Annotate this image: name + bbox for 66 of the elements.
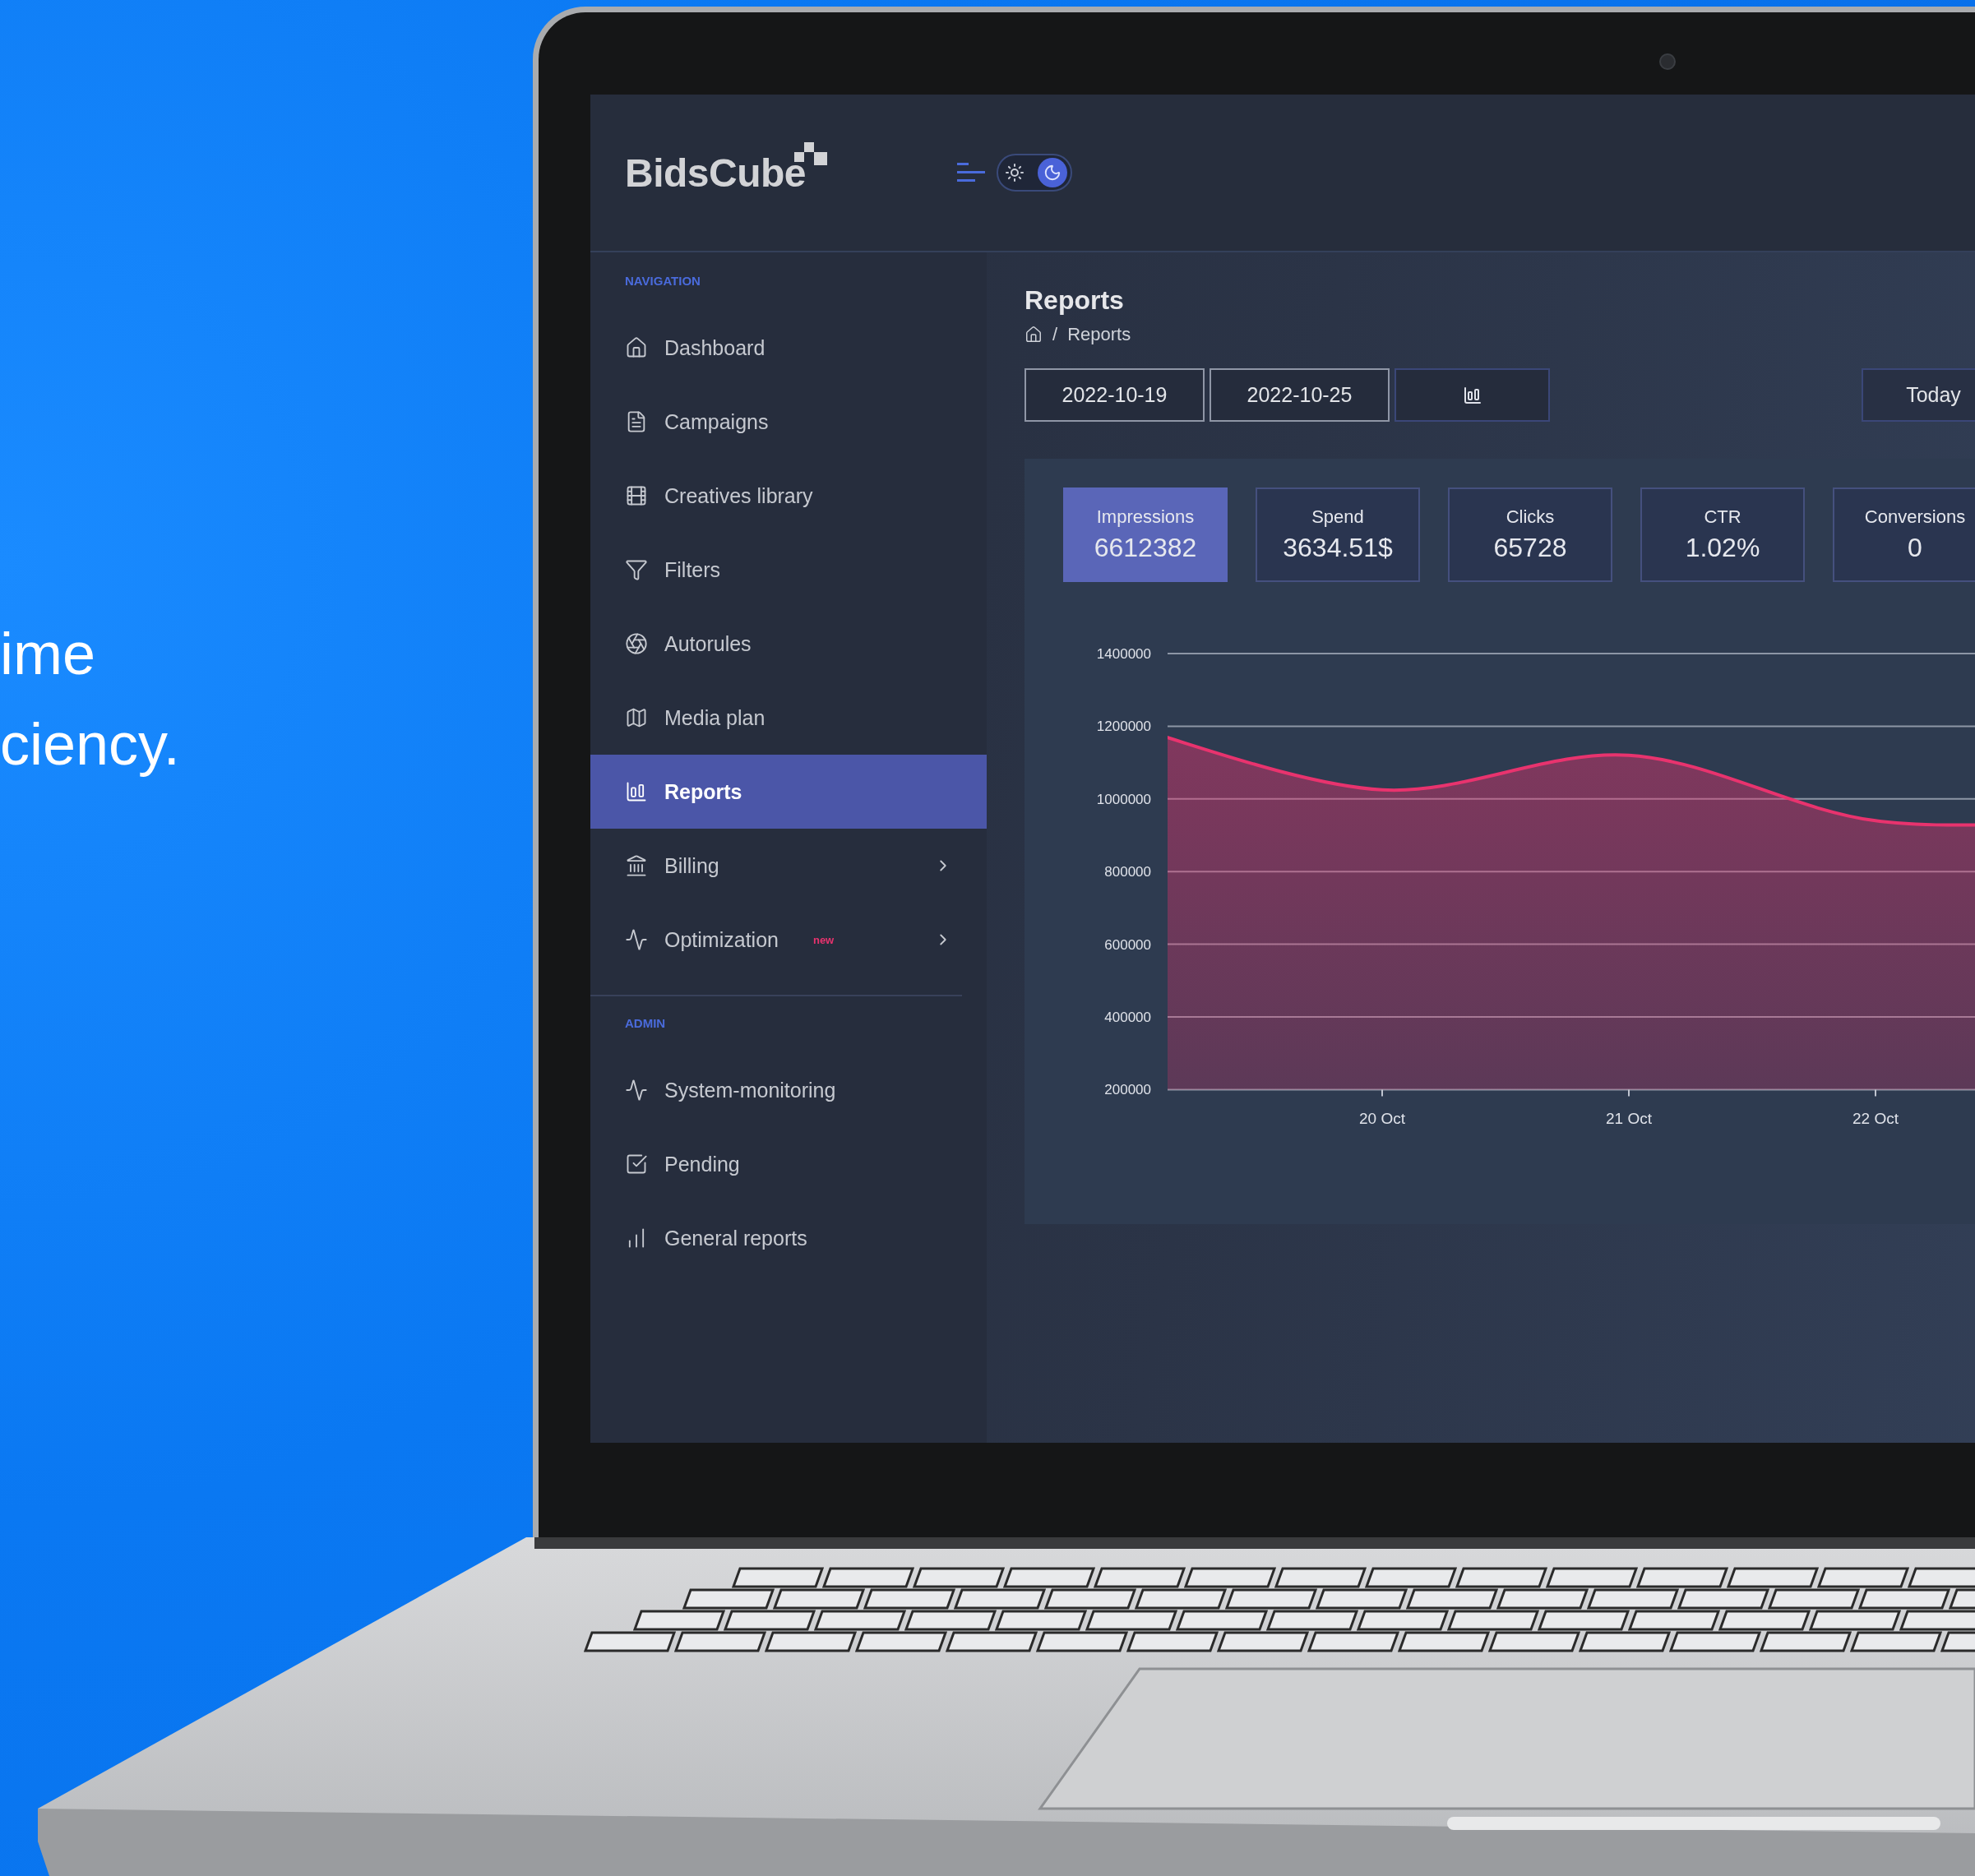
section-title: ADMIN	[624, 1015, 667, 1032]
y-axis-label: 200000	[1104, 1082, 1151, 1098]
nav-icon	[625, 558, 648, 581]
nav-icon	[625, 854, 648, 877]
nav-icon	[625, 484, 648, 507]
metric-label: Clicks	[1506, 506, 1555, 528]
metric-tab[interactable]: Impressions 6612382	[1063, 487, 1228, 582]
sidebar-item[interactable]: Filters	[590, 533, 987, 607]
y-axis-label: 1200000	[1096, 719, 1151, 735]
y-axis-label: 1000000	[1096, 791, 1151, 807]
camera-icon	[1659, 53, 1676, 70]
metric-label: Spend	[1311, 506, 1364, 528]
x-axis-label: 20 Oct	[1359, 1110, 1405, 1128]
metric-tab[interactable]: Clicks 65728	[1448, 487, 1612, 582]
metric-tab[interactable]: CTR 1.02%	[1640, 487, 1805, 582]
metric-label: Impressions	[1096, 506, 1195, 528]
start-date-field[interactable]: 2022-10-19	[1025, 368, 1205, 422]
bar-chart-icon	[1462, 385, 1482, 405]
sidebar-item[interactable]: Dashboard	[590, 311, 987, 385]
metric-tab[interactable]: Spend 3634.51$	[1256, 487, 1420, 582]
sidebar-item[interactable]: Campaigns	[590, 385, 987, 459]
sidebar-item[interactable]: Billing	[590, 829, 987, 903]
sidebar-item[interactable]: Media plan	[590, 681, 987, 755]
metric-tab[interactable]: Conversions 0	[1833, 487, 1975, 582]
logo: BidsCube	[625, 150, 806, 196]
page-title: Reports	[1025, 285, 1125, 316]
moon-icon	[1043, 164, 1062, 182]
x-axis-label: 21 Oct	[1606, 1110, 1652, 1128]
metric-value: 0	[1908, 533, 1922, 563]
nav-icon	[625, 706, 648, 729]
breadcrumb-separator: /	[1052, 324, 1058, 345]
new-label: new	[812, 933, 835, 946]
headline-text: ime	[0, 620, 96, 688]
nav-icon	[625, 780, 648, 803]
metric-value: 65728	[1493, 533, 1567, 563]
y-axis-label: 400000	[1104, 1010, 1151, 1025]
section-title: NAVIGATION	[624, 273, 701, 289]
breadcrumb-item: Reports	[1067, 324, 1131, 345]
theme-toggle[interactable]	[997, 154, 1072, 192]
y-axis-label: 1400000	[1096, 646, 1151, 662]
x-axis-label: 22 Oct	[1852, 1110, 1899, 1128]
today-button[interactable]: Today	[1862, 368, 1975, 422]
metric-value: 3634.51$	[1283, 533, 1393, 563]
metric-value: 6612382	[1094, 533, 1197, 563]
sidebar-item[interactable]: Autorules	[590, 607, 987, 681]
nav-icon	[625, 1153, 648, 1176]
headline-text: ciency.	[0, 710, 181, 779]
menu-icon[interactable]	[957, 162, 985, 183]
nav-icon	[625, 336, 648, 359]
sidebar-item[interactable]: General reports	[590, 1201, 987, 1275]
sidebar-item[interactable]: System-monitoring	[590, 1053, 987, 1127]
y-axis-label: 600000	[1104, 936, 1151, 953]
sidebar-item[interactable]: Creatives library	[590, 459, 987, 533]
metric-label: CTR	[1704, 506, 1741, 528]
nav-icon	[625, 1079, 648, 1102]
end-date-field[interactable]: 2022-10-25	[1210, 368, 1390, 422]
sidebar-item[interactable]: Pending	[590, 1127, 987, 1201]
nav-icon	[625, 632, 648, 655]
sidebar-item[interactable]: Reports	[590, 755, 987, 829]
metric-label: Conversions	[1864, 506, 1966, 528]
y-axis-label: 800000	[1104, 864, 1151, 880]
sidebar-item[interactable]: Optimization new	[590, 903, 987, 977]
home-icon[interactable]	[1025, 326, 1043, 344]
sun-icon	[1005, 163, 1025, 183]
metric-value: 1.02%	[1685, 533, 1760, 563]
nav-icon	[625, 928, 648, 951]
